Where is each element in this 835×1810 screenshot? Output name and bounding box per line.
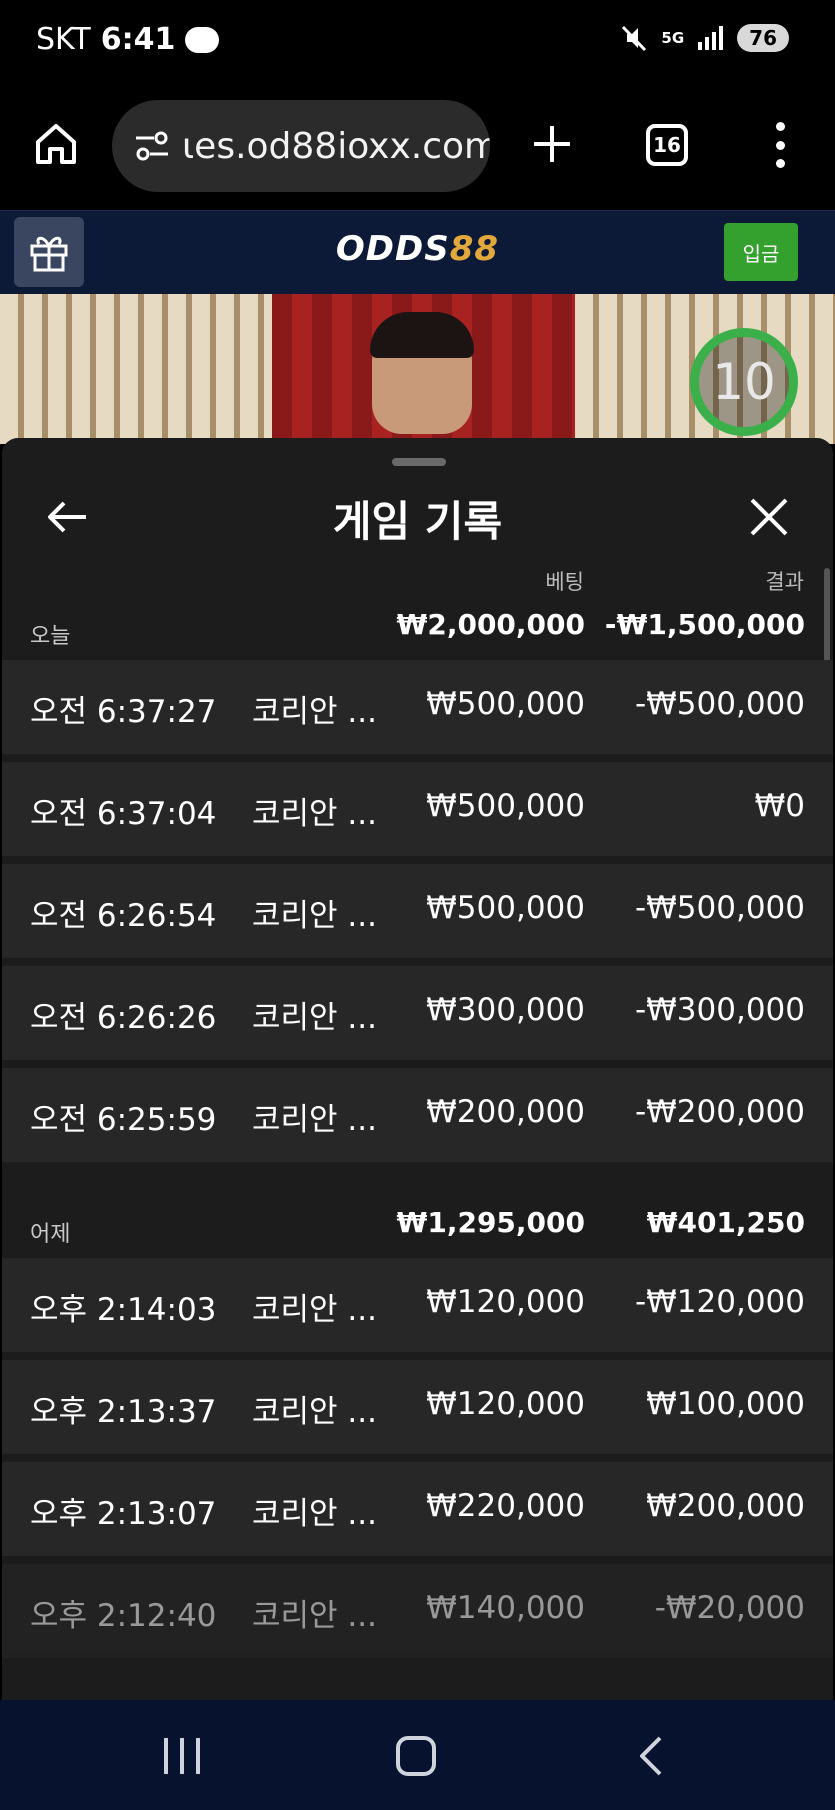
- row-bet: ₩120,000: [426, 1284, 585, 1320]
- network-type: 5G: [661, 29, 685, 47]
- row-time: 오후 2:14:03: [30, 1292, 217, 1328]
- row-result: -₩20,000: [654, 1590, 805, 1626]
- row-result: ₩200,000: [646, 1488, 805, 1524]
- row-game: 코리안 ...: [252, 1000, 377, 1036]
- row-result: -₩120,000: [634, 1284, 805, 1320]
- row-game: 코리안 ...: [252, 1496, 377, 1532]
- status-left: SKT 6:41: [36, 22, 220, 57]
- row-bet: ₩220,000: [426, 1488, 585, 1524]
- home-icon[interactable]: [34, 122, 78, 166]
- mute-icon: [622, 25, 647, 52]
- row-time: 오후 2:13:07: [30, 1496, 217, 1532]
- row-result: -₩300,000: [634, 992, 805, 1028]
- carrier-label: SKT: [36, 22, 91, 57]
- countdown-timer: 10: [690, 328, 798, 436]
- row-result: -₩200,000: [634, 1094, 805, 1130]
- status-bar: SKT 6:41 5G 76: [0, 0, 835, 86]
- row-bet: ₩500,000: [426, 788, 585, 824]
- history-row[interactable]: 오후 2:12:40 코리안 ... ₩140,000 -₩20,000: [2, 1564, 833, 1658]
- history-row[interactable]: 오전 6:26:26 코리안 ... ₩300,000 -₩300,000: [2, 966, 833, 1060]
- battery-indicator: 76: [737, 24, 789, 52]
- history-row[interactable]: 오전 6:37:27 코리안 ... ₩500,000 -₩500,000: [2, 660, 833, 754]
- row-game: 코리안 ...: [252, 796, 377, 832]
- cloud-notification-icon: [185, 26, 220, 53]
- history-row[interactable]: 오후 2:13:07 코리안 ... ₩220,000 ₩200,000: [2, 1462, 833, 1556]
- row-game: 코리안 ...: [252, 694, 377, 730]
- column-header-bet: 베팅: [545, 570, 584, 594]
- more-menu-icon[interactable]: [770, 122, 790, 168]
- row-game: 코리안 ...: [252, 1598, 377, 1634]
- history-row[interactable]: 오전 6:25:59 코리안 ... ₩200,000 -₩200,000: [2, 1068, 833, 1162]
- row-result: -₩500,000: [634, 890, 805, 926]
- close-icon[interactable]: [746, 494, 792, 540]
- back-nav-icon[interactable]: [636, 1734, 664, 1778]
- group-total-bet: ₩2,000,000: [396, 608, 585, 641]
- row-bet: ₩120,000: [426, 1386, 585, 1422]
- row-time: 오전 6:37:27: [30, 694, 217, 730]
- group-total-result: -₩1,500,000: [604, 608, 805, 641]
- url-text: ιes.od88ioxx.com: [182, 125, 490, 167]
- status-right: 5G 76: [621, 24, 789, 52]
- tab-switcher-button[interactable]: 16: [646, 124, 688, 166]
- new-tab-icon[interactable]: [530, 122, 574, 166]
- row-game: 코리안 ...: [252, 898, 377, 934]
- group-label-yesterday: 어제: [30, 1222, 71, 1247]
- group-total-result: ₩401,250: [646, 1206, 805, 1239]
- row-time: 오후 2:13:37: [30, 1394, 217, 1430]
- row-time: 오전 6:37:04: [30, 796, 217, 832]
- history-row[interactable]: 오전 6:37:04 코리안 ... ₩500,000 ₩0: [2, 762, 833, 856]
- row-time: 오후 2:12:40: [30, 1598, 217, 1634]
- deposit-button[interactable]: 입금: [724, 223, 798, 281]
- game-history-sheet: 게임 기록 베팅 결과 오늘 ₩2,000,000 -₩1,500,000 오전…: [2, 438, 833, 1700]
- site-settings-icon[interactable]: [132, 126, 172, 166]
- site-header: ODDS88 입금: [0, 210, 835, 294]
- system-nav-bar: [0, 1700, 835, 1810]
- group-label-today: 오늘: [30, 624, 71, 649]
- scrollbar[interactable]: [824, 568, 830, 664]
- history-row[interactable]: 오후 2:14:03 코리안 ... ₩120,000 -₩120,000: [2, 1258, 833, 1352]
- row-time: 오전 6:26:54: [30, 898, 217, 934]
- group-total-bet: ₩1,295,000: [396, 1206, 585, 1239]
- address-bar[interactable]: ιes.od88ioxx.com: [112, 100, 490, 192]
- site-logo[interactable]: ODDS88: [0, 229, 835, 269]
- history-row[interactable]: 오후 2:13:37 코리안 ... ₩120,000 ₩100,000: [2, 1360, 833, 1454]
- row-game: 코리안 ...: [252, 1394, 377, 1430]
- sheet-title: 게임 기록: [332, 497, 503, 546]
- row-bet: ₩200,000: [426, 1094, 585, 1130]
- signal-icon: [698, 26, 724, 50]
- history-row[interactable]: 오전 6:26:54 코리안 ... ₩500,000 -₩500,000: [2, 864, 833, 958]
- row-bet: ₩500,000: [426, 890, 585, 926]
- row-game: 코리안 ...: [252, 1292, 377, 1328]
- live-video: 10: [0, 294, 835, 444]
- recent-apps-icon[interactable]: [164, 1738, 200, 1774]
- row-bet: ₩140,000: [426, 1590, 585, 1626]
- decor-panel-left: [0, 294, 272, 444]
- row-time: 오전 6:25:59: [30, 1102, 217, 1138]
- row-result: -₩500,000: [634, 686, 805, 722]
- row-result: ₩0: [754, 788, 805, 824]
- row-bet: ₩300,000: [426, 992, 585, 1028]
- dealer-hair: [370, 312, 474, 358]
- row-result: ₩100,000: [646, 1386, 805, 1422]
- row-time: 오전 6:26:26: [30, 1000, 217, 1036]
- home-button-icon[interactable]: [396, 1736, 436, 1776]
- sheet-drag-handle[interactable]: [392, 458, 446, 466]
- browser-toolbar: ιes.od88ioxx.com 16: [0, 86, 835, 210]
- column-header-result: 결과: [765, 570, 804, 594]
- clock: 6:41: [100, 22, 176, 57]
- row-game: 코리안 ...: [252, 1102, 377, 1138]
- row-bet: ₩500,000: [426, 686, 585, 722]
